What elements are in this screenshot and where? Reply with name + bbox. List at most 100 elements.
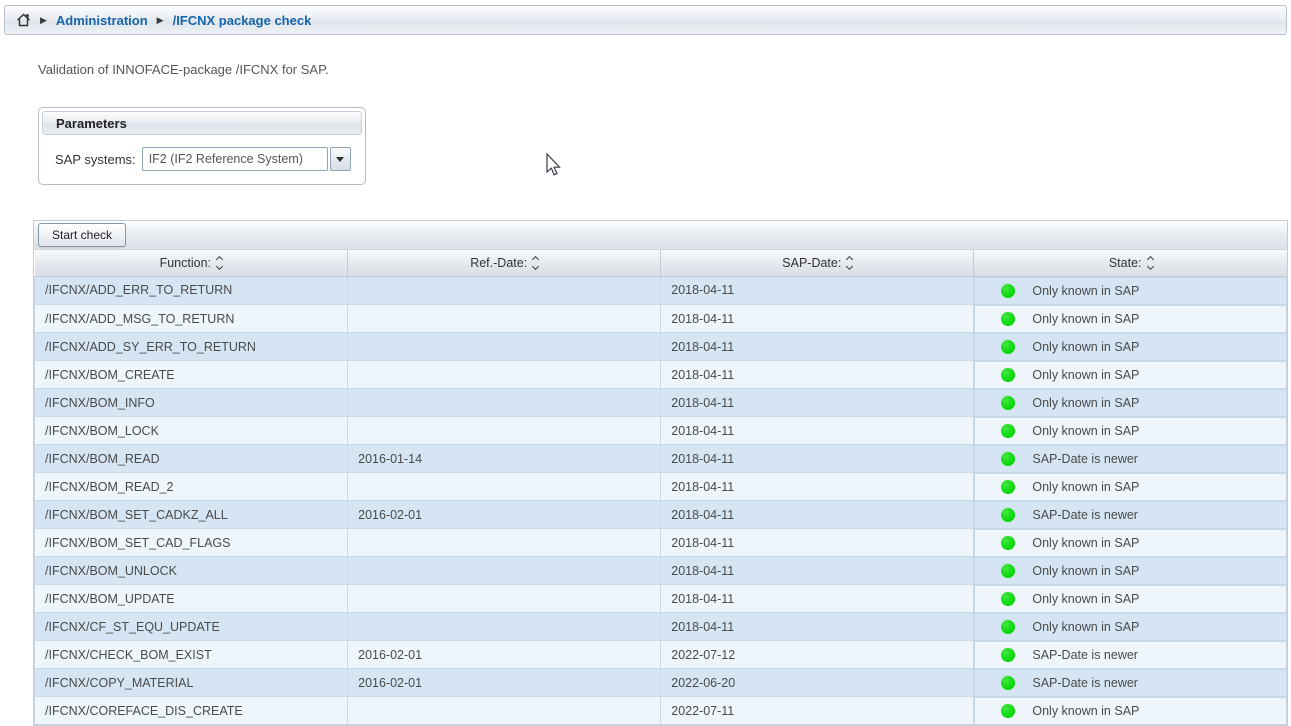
sap-date-cell: 2022-07-12	[661, 641, 974, 669]
table-row: /IFCNX/ADD_MSG_TO_RETURN 2018-04-11 Only…	[35, 305, 1288, 333]
state-label: Only known in SAP	[1032, 368, 1139, 382]
sap-date-cell: 2018-04-11	[661, 305, 974, 333]
column-header-state[interactable]: State:	[974, 250, 1287, 276]
ref-date-cell	[348, 529, 661, 557]
sort-icon[interactable]	[847, 257, 852, 269]
sap-systems-input[interactable]	[142, 147, 328, 171]
sort-icon[interactable]	[533, 257, 538, 269]
state-cell: Only known in SAP	[974, 305, 1287, 333]
package-check-table: Function: Ref.-Date: SAP-Date:	[34, 250, 1287, 725]
sap-date-cell: 2018-04-11	[661, 276, 974, 305]
state-label: Only known in SAP	[1032, 536, 1139, 550]
state-label: Only known in SAP	[1032, 284, 1139, 298]
ref-date-cell: 2016-02-01	[348, 641, 661, 669]
intro-text: Validation of INNOFACE-package /IFCNX fo…	[38, 62, 329, 77]
function-cell: /IFCNX/BOM_SET_CADKZ_ALL	[35, 501, 348, 529]
state-cell: Only known in SAP	[974, 585, 1287, 613]
state-ok-icon	[1001, 648, 1015, 662]
column-header-label: Ref.-Date:	[470, 256, 527, 270]
ref-date-cell	[348, 473, 661, 501]
table-row: /IFCNX/BOM_READ_2 2018-04-11 Only known …	[35, 473, 1288, 501]
state-ok-icon	[1001, 368, 1015, 382]
ref-date-cell	[348, 333, 661, 361]
state-ok-icon	[1001, 508, 1015, 522]
sap-date-cell: 2022-07-11	[661, 697, 974, 725]
sap-systems-label: SAP systems:	[55, 152, 136, 167]
table-row: /IFCNX/BOM_SET_CADKZ_ALL 2016-02-01 2018…	[35, 501, 1288, 529]
home-icon[interactable]	[16, 13, 31, 27]
state-label: Only known in SAP	[1032, 564, 1139, 578]
sap-date-cell: 2018-04-11	[661, 501, 974, 529]
function-cell: /IFCNX/COREFACE_DIS_CREATE	[35, 697, 348, 725]
state-label: Only known in SAP	[1032, 480, 1139, 494]
state-label: SAP-Date is newer	[1032, 648, 1138, 662]
sort-icon[interactable]	[1148, 257, 1153, 269]
check-result-section: Start check Function: Ref.-Date:	[33, 220, 1288, 726]
sap-systems-combobox[interactable]	[142, 147, 351, 171]
table-toolbar: Start check	[34, 221, 1287, 250]
column-header-label: Function:	[160, 256, 211, 270]
ref-date-cell	[348, 613, 661, 641]
column-header-label: State:	[1109, 256, 1142, 270]
sap-date-cell: 2018-04-11	[661, 361, 974, 389]
sap-date-cell: 2018-04-11	[661, 585, 974, 613]
state-ok-icon	[1001, 676, 1015, 690]
table-row: /IFCNX/ADD_ERR_TO_RETURN 2018-04-11 Only…	[35, 276, 1288, 305]
sap-date-cell: 2018-04-11	[661, 333, 974, 361]
state-ok-icon	[1001, 704, 1015, 718]
column-header-ref-date[interactable]: Ref.-Date:	[348, 250, 661, 276]
state-cell: Only known in SAP	[974, 529, 1287, 557]
breadcrumb-arrow-icon: ▶	[157, 16, 164, 25]
sap-date-cell: 2018-04-11	[661, 445, 974, 473]
table-row: /IFCNX/COREFACE_DIS_CREATE 2022-07-11 On…	[35, 697, 1288, 725]
parameters-panel: Parameters SAP systems:	[38, 107, 366, 185]
ref-date-cell: 2016-02-01	[348, 501, 661, 529]
function-cell: /IFCNX/BOM_LOCK	[35, 417, 348, 445]
table-row: /IFCNX/BOM_READ 2016-01-14 2018-04-11 SA…	[35, 445, 1288, 473]
state-label: Only known in SAP	[1032, 592, 1139, 606]
state-label: SAP-Date is newer	[1032, 676, 1138, 690]
sap-date-cell: 2018-04-11	[661, 473, 974, 501]
column-header-function[interactable]: Function:	[35, 250, 348, 276]
sort-icon[interactable]	[217, 257, 222, 269]
state-label: Only known in SAP	[1032, 704, 1139, 718]
state-cell: Only known in SAP	[974, 473, 1287, 501]
breadcrumb-package-check[interactable]: /IFCNX package check	[173, 13, 312, 28]
function-cell: /IFCNX/BOM_SET_CAD_FLAGS	[35, 529, 348, 557]
state-ok-icon	[1001, 284, 1015, 298]
function-cell: /IFCNX/ADD_ERR_TO_RETURN	[35, 276, 348, 305]
table-body: /IFCNX/ADD_ERR_TO_RETURN 2018-04-11 Only…	[35, 276, 1288, 725]
table-row: /IFCNX/CHECK_BOM_EXIST 2016-02-01 2022-0…	[35, 641, 1288, 669]
ref-date-cell	[348, 361, 661, 389]
function-cell: /IFCNX/BOM_READ	[35, 445, 348, 473]
state-cell: Only known in SAP	[974, 557, 1287, 585]
state-ok-icon	[1001, 312, 1015, 326]
state-ok-icon	[1001, 340, 1015, 354]
breadcrumb-administration[interactable]: Administration	[56, 13, 148, 28]
table-row: /IFCNX/BOM_UPDATE 2018-04-11 Only known …	[35, 585, 1288, 613]
state-label: SAP-Date is newer	[1032, 452, 1138, 466]
table-row: /IFCNX/COPY_MATERIAL 2016-02-01 2022-06-…	[35, 669, 1288, 697]
ref-date-cell	[348, 305, 661, 333]
function-cell: /IFCNX/BOM_CREATE	[35, 361, 348, 389]
start-check-button[interactable]: Start check	[38, 223, 126, 247]
state-cell: Only known in SAP	[974, 277, 1287, 305]
ref-date-cell	[348, 417, 661, 445]
state-label: SAP-Date is newer	[1032, 508, 1138, 522]
table-row: /IFCNX/ADD_SY_ERR_TO_RETURN 2018-04-11 O…	[35, 333, 1288, 361]
state-label: Only known in SAP	[1032, 340, 1139, 354]
column-header-label: SAP-Date:	[782, 256, 841, 270]
state-cell: Only known in SAP	[974, 333, 1287, 361]
sap-date-cell: 2018-04-11	[661, 529, 974, 557]
parameters-panel-title: Parameters	[42, 111, 362, 135]
state-label: Only known in SAP	[1032, 312, 1139, 326]
state-ok-icon	[1001, 424, 1015, 438]
column-header-sap-date[interactable]: SAP-Date:	[661, 250, 974, 276]
state-label: Only known in SAP	[1032, 620, 1139, 634]
state-cell: SAP-Date is newer	[974, 669, 1287, 697]
function-cell: /IFCNX/ADD_SY_ERR_TO_RETURN	[35, 333, 348, 361]
sap-systems-dropdown-button[interactable]	[330, 147, 351, 171]
function-cell: /IFCNX/ADD_MSG_TO_RETURN	[35, 305, 348, 333]
mouse-cursor-icon	[545, 153, 563, 184]
function-cell: /IFCNX/CHECK_BOM_EXIST	[35, 641, 348, 669]
